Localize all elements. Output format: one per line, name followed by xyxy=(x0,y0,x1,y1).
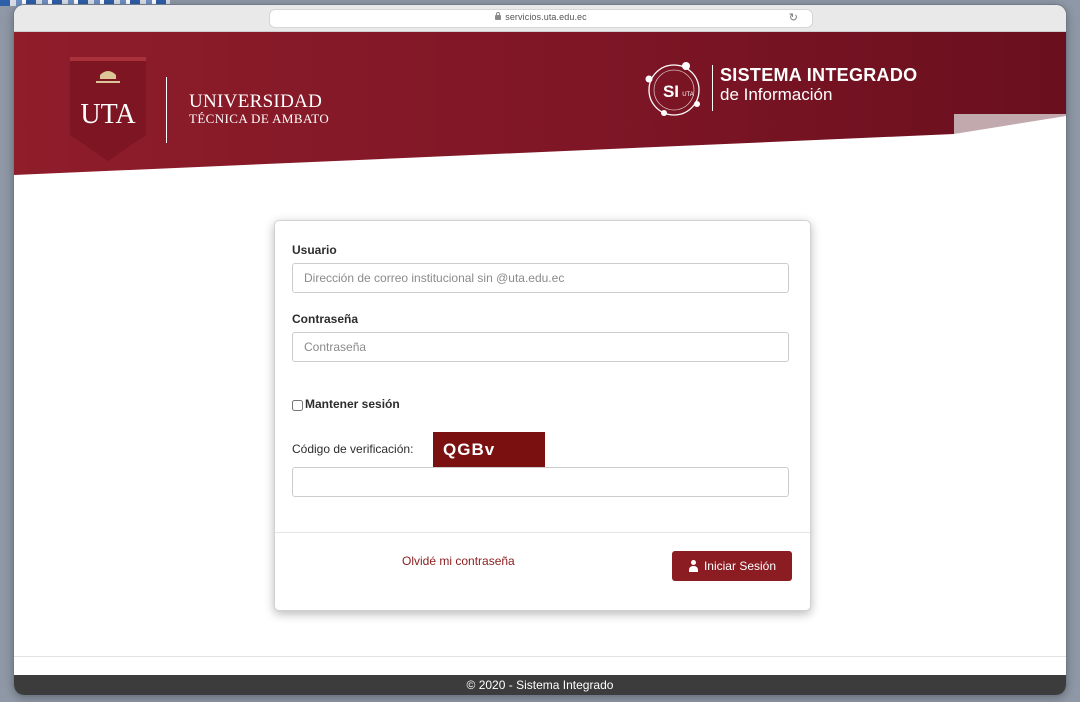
header-banner xyxy=(14,32,1066,175)
si-logo-small: UTA xyxy=(682,92,694,98)
url-text: servicios.uta.edu.ec xyxy=(505,12,587,22)
si-logo-main: SI xyxy=(663,82,679,101)
browser-window: servicios.uta.edu.ec ↻ UTA UNIVERSIDAD T… xyxy=(14,5,1066,695)
address-bar[interactable]: servicios.uta.edu.ec ↻ xyxy=(270,10,812,27)
system-subtitle: de Información xyxy=(720,85,833,104)
si-uta-logo: SI UTA xyxy=(645,62,700,116)
logo-divider xyxy=(166,77,167,143)
password-label: Contraseña xyxy=(292,312,359,326)
footer-divider xyxy=(14,656,1066,657)
captcha-image: QGBv xyxy=(433,432,545,468)
uta-shield-logo: UTA xyxy=(70,57,146,161)
lock-icon xyxy=(495,12,502,20)
remember-checkbox[interactable] xyxy=(292,400,303,411)
university-subname: TÉCNICA DE AMBATO xyxy=(189,111,330,126)
footer-copyright: © 2020 - Sistema Integrado xyxy=(466,678,614,692)
reload-icon[interactable]: ↻ xyxy=(789,11,798,24)
verification-input[interactable] xyxy=(292,467,789,497)
remember-label[interactable]: Mantener sesión xyxy=(305,397,400,411)
login-button-label: Iniciar Sesión xyxy=(703,559,777,573)
uta-logo-text: UTA xyxy=(80,99,136,130)
university-name: UNIVERSIDAD xyxy=(189,91,323,112)
password-input[interactable] xyxy=(292,332,789,362)
login-card: Usuario Contraseña Mantener sesión Códig… xyxy=(274,220,811,611)
user-input[interactable] xyxy=(292,263,789,293)
user-icon xyxy=(688,560,699,572)
system-divider xyxy=(712,65,713,111)
system-title: SISTEMA INTEGRADO xyxy=(720,65,918,85)
browser-toolbar: servicios.uta.edu.ec ↻ xyxy=(14,5,1066,32)
card-divider xyxy=(275,532,810,533)
url-display: servicios.uta.edu.ec xyxy=(270,12,812,22)
forgot-password-link[interactable]: Olvidé mi contraseña xyxy=(402,554,515,568)
login-button[interactable]: Iniciar Sesión xyxy=(672,551,792,581)
user-label: Usuario xyxy=(292,243,337,257)
footer: © 2020 - Sistema Integrado xyxy=(14,675,1066,695)
verification-label: Código de verificación: xyxy=(292,442,414,456)
